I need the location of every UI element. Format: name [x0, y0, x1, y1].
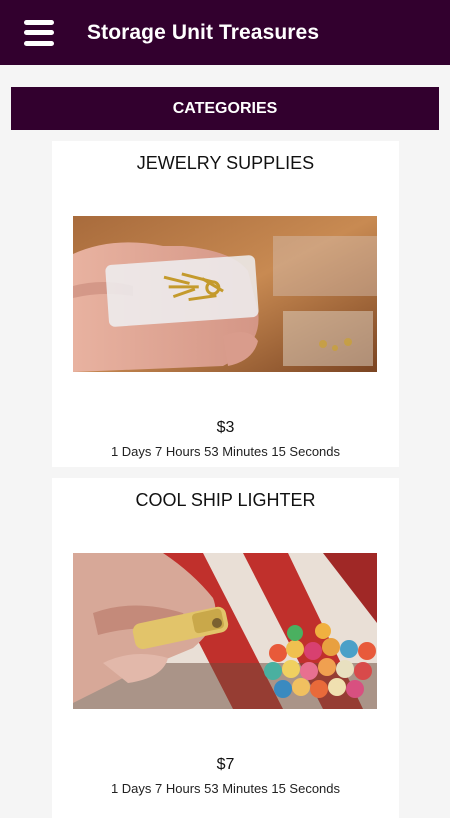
- item-price: $3: [216, 419, 235, 436]
- categories-button[interactable]: CATEGORIES: [11, 87, 439, 130]
- jewelry-supplies-photo: [73, 216, 377, 372]
- item-price: $7: [216, 756, 235, 773]
- cool-ship-lighter-photo: [73, 553, 377, 709]
- item-card[interactable]: JEWELRY SUPPLIES $3 1 Days 7 Hours 53 Mi…: [52, 141, 399, 467]
- item-card[interactable]: COOL SHIP LIGHTER $7 1 Days 7 Hours 53 M…: [52, 478, 399, 818]
- item-title: COOL SHIP LIGHTER: [135, 490, 316, 510]
- item-image[interactable]: [73, 553, 377, 709]
- app-title: Storage Unit Treasures: [87, 20, 320, 44]
- item-title: JEWELRY SUPPLIES: [136, 153, 315, 173]
- item-countdown: 1 Days 7 Hours 53 Minutes 15 Seconds: [110, 781, 341, 796]
- hamburger-menu-icon[interactable]: [24, 19, 54, 46]
- item-image[interactable]: [73, 216, 377, 372]
- app-bar: Storage Unit Treasures: [0, 0, 450, 65]
- item-countdown: 1 Days 7 Hours 53 Minutes 15 Seconds: [110, 444, 341, 459]
